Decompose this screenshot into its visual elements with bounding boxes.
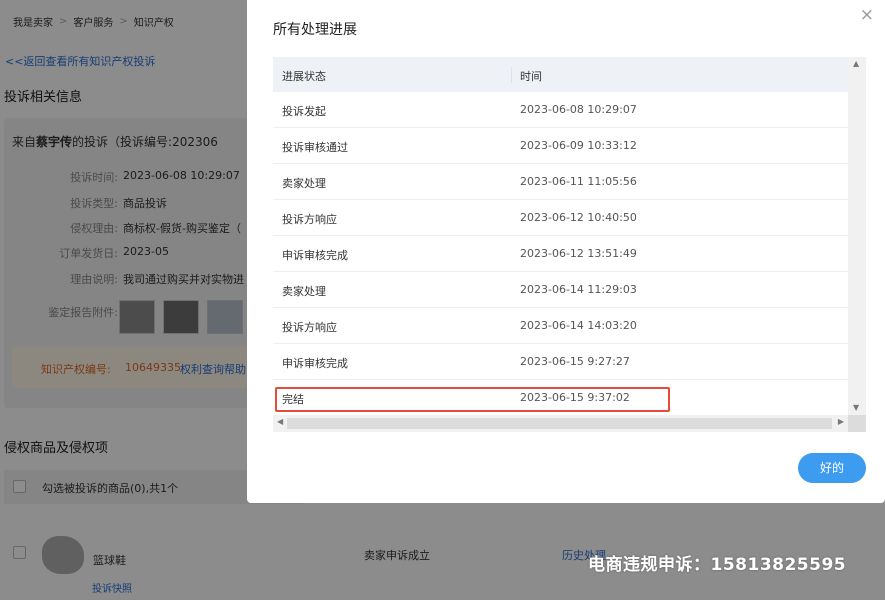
row-time: 2023-06-08 10:29:07: [520, 103, 637, 116]
vertical-scrollbar[interactable]: ▲ ▼: [848, 57, 866, 415]
vertical-scroll-thumb[interactable]: [851, 75, 863, 400]
table-row: 投诉审核通过 2023-06-09 10:33:12: [273, 128, 848, 164]
row-time: 2023-06-11 11:05:56: [520, 175, 637, 188]
row-status: 投诉发起: [282, 105, 326, 118]
ok-button[interactable]: 好的: [798, 453, 866, 483]
progress-table: 进展状态 时间 投诉发起 2023-06-08 10:29:07 投诉审核通过 …: [273, 57, 866, 432]
scroll-left-icon[interactable]: ◀: [277, 417, 283, 426]
scroll-right-icon[interactable]: ▶: [838, 417, 844, 426]
close-icon[interactable]: ×: [860, 5, 874, 25]
column-header-time: 时间: [520, 70, 542, 83]
watermark-text: 电商违规申诉：15813825595: [588, 555, 847, 575]
table-scroll-area[interactable]: 进展状态 时间 投诉发起 2023-06-08 10:29:07 投诉审核通过 …: [273, 57, 848, 415]
table-row: 投诉发起 2023-06-08 10:29:07: [273, 92, 848, 128]
row-time: 2023-06-15 9:27:27: [520, 355, 630, 368]
column-divider: [511, 67, 512, 83]
table-header: 进展状态 时间: [273, 57, 848, 92]
row-status: 投诉方响应: [282, 213, 337, 226]
modal-title: 所有处理进展: [273, 22, 357, 38]
table-row: 卖家处理 2023-06-11 11:05:56: [273, 164, 848, 200]
horizontal-scrollbar[interactable]: ◀ ▶: [273, 415, 848, 432]
row-status: 投诉方响应: [282, 321, 337, 334]
scroll-down-icon[interactable]: ▼: [853, 403, 859, 412]
row-status: 卖家处理: [282, 177, 326, 190]
scrollbar-corner: [848, 415, 866, 432]
row-time: 2023-06-12 10:40:50: [520, 211, 637, 224]
table-row: 投诉方响应 2023-06-14 14:03:20: [273, 308, 848, 344]
row-time: 2023-06-14 11:29:03: [520, 283, 637, 296]
table-row: 申诉审核完成 2023-06-12 13:51:49: [273, 236, 848, 272]
row-time: 2023-06-09 10:33:12: [520, 139, 637, 152]
table-row: 卖家处理 2023-06-14 11:29:03: [273, 272, 848, 308]
row-time: 2023-06-12 13:51:49: [520, 247, 637, 260]
column-header-status: 进展状态: [282, 70, 326, 83]
row-status: 申诉审核完成: [282, 357, 348, 370]
progress-modal: 所有处理进展 × 进展状态 时间 投诉发起 2023-06-08 10:29:0…: [247, 0, 885, 503]
row-status: 申诉审核完成: [282, 249, 348, 262]
highlight-annotation-box: [275, 387, 670, 412]
table-row: 投诉方响应 2023-06-12 10:40:50: [273, 200, 848, 236]
row-status: 投诉审核通过: [282, 141, 348, 154]
horizontal-scroll-thumb[interactable]: [287, 418, 832, 429]
row-time: 2023-06-14 14:03:20: [520, 319, 637, 332]
scroll-up-icon[interactable]: ▲: [853, 59, 859, 68]
table-row: 申诉审核完成 2023-06-15 9:27:27: [273, 344, 848, 380]
row-status: 卖家处理: [282, 285, 326, 298]
